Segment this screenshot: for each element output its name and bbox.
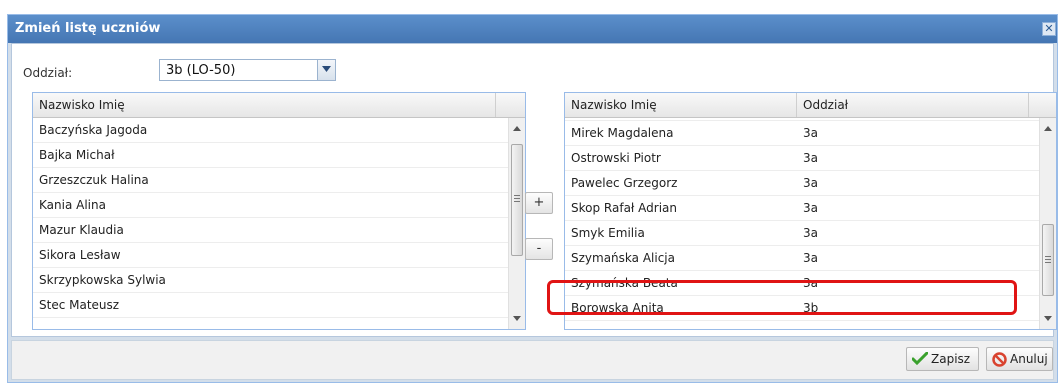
table-row[interactable]: Ostrowski Piotr 3a — [565, 146, 1039, 171]
student-name-cell: Szymańska Alicja — [571, 251, 675, 265]
grip-icon — [1045, 256, 1051, 257]
student-name-cell: Mazur Klaudia — [39, 223, 124, 237]
checkmark-icon — [912, 352, 928, 366]
student-name-cell: Skrzypkowska Sylwia — [39, 273, 166, 287]
column-header-name[interactable]: Nazwisko Imię — [33, 93, 496, 117]
student-class-cell: 3a — [803, 251, 818, 265]
class-filter-label: Oddział: — [23, 66, 73, 80]
highlight-annotation — [547, 280, 1017, 315]
save-button-label: Zapisz — [931, 352, 971, 366]
student-class-cell: 3a — [803, 126, 818, 140]
student-name-cell: Ostrowski Piotr — [571, 151, 661, 165]
table-row[interactable]: Smyk Emilia 3a — [565, 221, 1039, 246]
student-class-cell: 3a — [803, 226, 818, 240]
student-class-cell: 3a — [803, 201, 818, 215]
student-name-cell: Smyk Emilia — [571, 226, 645, 240]
grip-icon — [1045, 262, 1051, 263]
chevron-down-icon[interactable] — [317, 60, 335, 80]
cancel-button[interactable]: Anuluj — [986, 347, 1053, 371]
student-name-cell: Grzeszczuk Halina — [39, 173, 149, 187]
column-header-class[interactable]: Oddział — [797, 93, 1029, 117]
student-name-cell: Baczyńska Jagoda — [39, 123, 148, 137]
dialog: Zmień listę uczniów ✕ Oddział: 3b (LO-50… — [7, 14, 1058, 383]
table-row-partial — [33, 318, 508, 329]
table-row[interactable]: Pawelec Grzegorz 3a — [565, 171, 1039, 196]
grip-icon — [1045, 259, 1051, 260]
student-class-cell: 3a — [803, 176, 818, 190]
scroll-down-icon[interactable] — [1044, 316, 1052, 321]
dialog-footer: Zapisz Anuluj — [11, 340, 1054, 380]
table-row[interactable]: Baczyńska Jagoda — [33, 118, 508, 143]
add-student-button[interactable]: + — [525, 192, 553, 214]
dialog-title-bar[interactable]: Zmień listę uczniów ✕ — [8, 15, 1057, 43]
table-row[interactable]: Mazur Klaudia — [33, 218, 508, 243]
column-header-name[interactable]: Nazwisko Imię — [565, 93, 797, 117]
grip-icon — [514, 195, 520, 196]
student-name-cell: Pawelec Grzegorz — [571, 176, 678, 190]
class-select[interactable]: 3b (LO-50) — [159, 59, 336, 81]
grid-header: Nazwisko Imię Oddział — [565, 93, 1056, 118]
scroll-up-icon[interactable] — [1044, 126, 1052, 131]
save-button[interactable]: Zapisz — [906, 347, 979, 371]
grid-rows: Baczyńska Jagoda Bajka Michał Grzeszczuk H… — [33, 118, 508, 329]
scroll-down-icon[interactable] — [513, 316, 521, 321]
table-row[interactable]: Stec Mateusz — [33, 293, 508, 318]
cancel-icon — [992, 352, 1007, 367]
table-row[interactable]: Skop Rafał Adrian 3a — [565, 196, 1039, 221]
grid-header: Nazwisko Imię — [33, 93, 525, 118]
grip-icon — [514, 201, 520, 202]
vertical-scrollbar[interactable] — [1039, 118, 1056, 329]
available-students-grid: Nazwisko Imię Baczyńska Jagoda Bajka Mich… — [32, 92, 526, 330]
vertical-scrollbar[interactable] — [508, 118, 525, 329]
student-name-cell: Stec Mateusz — [39, 298, 120, 312]
student-name-cell: Skop Rafał Adrian — [571, 201, 677, 215]
scroll-up-icon[interactable] — [513, 126, 521, 131]
student-name-cell: Kania Alina — [39, 198, 106, 212]
scrollbar-thumb[interactable] — [511, 144, 523, 256]
student-name-cell: Sikora Lesław — [39, 248, 121, 262]
table-row[interactable]: Bajka Michał — [33, 143, 508, 168]
grip-icon — [514, 198, 520, 199]
table-row[interactable]: Szymańska Alicja 3a — [565, 246, 1039, 271]
class-select-value: 3b (LO-50) — [166, 63, 236, 78]
remove-student-button[interactable]: - — [525, 238, 553, 260]
table-row[interactable]: Sikora Lesław — [33, 243, 508, 268]
student-name-cell: Mirek Magdalena — [571, 126, 674, 140]
student-name-cell: Bajka Michał — [39, 148, 115, 162]
cancel-button-label: Anuluj — [1010, 352, 1048, 366]
dialog-title: Zmień listę uczniów — [15, 21, 161, 36]
table-row[interactable]: Mirek Magdalena 3a — [565, 121, 1039, 146]
student-class-cell: 3a — [803, 151, 818, 165]
table-row[interactable]: Skrzypkowska Sylwia — [33, 268, 508, 293]
scrollbar-thumb[interactable] — [1042, 224, 1054, 296]
close-icon[interactable]: ✕ — [1042, 22, 1056, 36]
table-row[interactable]: Kania Alina — [33, 193, 508, 218]
table-row[interactable]: Grzeszczuk Halina — [33, 168, 508, 193]
